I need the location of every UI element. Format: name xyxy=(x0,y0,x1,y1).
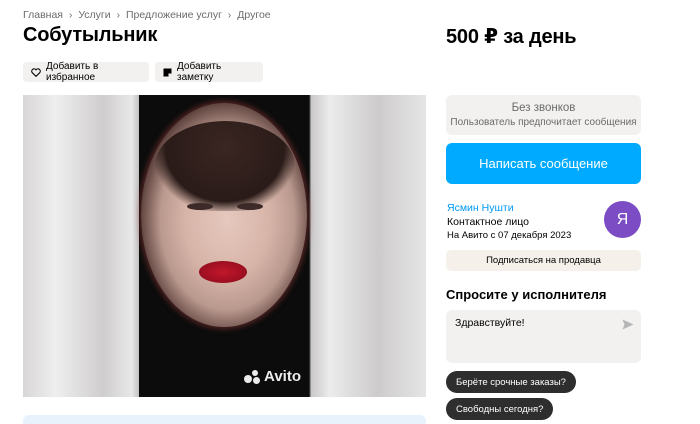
ask-section-title: Спросите у исполнителя xyxy=(446,287,607,302)
breadcrumb-offers[interactable]: Предложение услуг xyxy=(126,9,222,21)
send-icon[interactable] xyxy=(622,317,634,335)
breadcrumb-separator: › xyxy=(68,9,73,21)
page-title: Собутыльник xyxy=(23,24,158,46)
no-calls-notice: Без звонков Пользователь предпочитает со… xyxy=(446,95,641,135)
add-to-favorites-button[interactable]: Добавить в избранное xyxy=(23,61,149,83)
ask-message-box xyxy=(446,310,641,363)
price: 500 ₽ за день xyxy=(446,26,577,48)
breadcrumb-home[interactable]: Главная xyxy=(23,9,63,21)
heart-icon xyxy=(31,67,41,77)
breadcrumb: Главная › Услуги › Предложение услуг › Д… xyxy=(23,9,271,21)
note-icon xyxy=(163,68,172,77)
info-banner xyxy=(23,415,426,424)
seller-role: Контактное лицо xyxy=(447,216,529,228)
breadcrumb-separator: › xyxy=(116,9,120,21)
add-note-button[interactable]: Добавить заметку xyxy=(155,61,263,83)
breadcrumb-other[interactable]: Другое xyxy=(237,9,270,21)
face-image xyxy=(141,103,307,327)
add-to-favorites-label: Добавить в избранное xyxy=(46,61,99,83)
write-message-button[interactable]: Написать сообщение xyxy=(446,143,641,184)
avatar[interactable]: Я xyxy=(604,201,641,238)
listing-photo[interactable]: Avito xyxy=(139,95,309,397)
avito-watermark-text: Avito xyxy=(264,368,301,385)
avito-watermark: Avito xyxy=(244,368,301,385)
breadcrumb-separator: › xyxy=(227,9,232,21)
no-calls-subtitle: Пользователь предпочитает сообщения xyxy=(450,117,637,128)
breadcrumb-services[interactable]: Услуги xyxy=(78,9,110,21)
no-calls-title: Без звонков xyxy=(511,102,576,114)
seller-name-link[interactable]: Ясмин Нушти xyxy=(447,202,514,214)
ask-message-input[interactable] xyxy=(455,317,615,329)
subscribe-button[interactable]: Подписаться на продавца xyxy=(446,250,641,271)
quick-question-chip[interactable]: Свободны сегодня? xyxy=(446,398,554,420)
add-note-label: Добавить заметку xyxy=(177,61,222,83)
avito-logo-icon xyxy=(244,369,262,384)
seller-since: На Авито с 07 декабря 2023 xyxy=(447,230,572,241)
photo-gallery[interactable]: Avito xyxy=(23,95,426,397)
quick-question-chip[interactable]: Берёте срочные заказы? xyxy=(446,371,576,393)
